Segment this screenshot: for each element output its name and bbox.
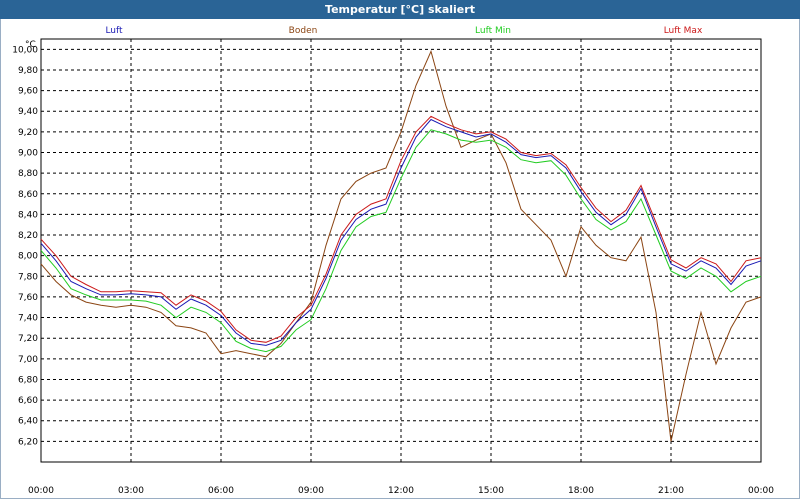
y-tick-label-3: 9,40 [18,107,38,117]
y-tick-label-12: 7,60 [18,293,38,303]
y-tick-label-13: 7,40 [18,314,38,324]
y-tick-label-14: 7,20 [18,334,38,344]
x-tick-time-5: 15:00 [478,486,504,496]
x-tick-time-0: 00:00 [28,486,54,496]
chart-title: Temperatur [°C] skaliert [0,0,800,19]
legend-boden: Boden [289,26,318,36]
y-tick-label-4: 9,20 [18,128,38,138]
x-tick-time-3: 09:00 [298,486,324,496]
chart-frame: 10,00 9,80 9,60 9,40 9,20 9,00 8,80 8,60 8,40 8,2… [0,19,800,499]
y-axis-unit: °C [25,40,36,50]
y-tick-label-18: 6,40 [18,417,38,427]
y-tick-label-9: 8,20 [18,231,38,241]
y-tick-label-16: 6,80 [18,375,38,385]
y-tick-label-2: 9,60 [18,87,38,97]
y-tick-label-10: 8,00 [18,252,38,262]
x-tick-time-7: 21:00 [658,486,684,496]
x-tick-time-1: 03:00 [118,486,144,496]
x-tick-time-4: 12:00 [388,486,414,496]
legend-luft: Luft [105,26,123,36]
y-tick-label-5: 9,00 [18,148,38,158]
y-tick-label-17: 6,60 [18,396,38,406]
y-tick-label-11: 7,80 [18,272,38,282]
y-tick-label-8: 8,40 [18,210,38,220]
x-tick-time-8: 00:00 [748,486,774,496]
legend-luft-max: Luft Max [664,26,703,36]
temperature-chart: 10,009,809,609,409,209,008,808,608,408,2… [12,26,774,496]
x-tick-time-2: 06:00 [208,486,234,496]
y-tick-label-6: 8,80 [18,169,38,179]
y-tick-label-7: 8,60 [18,190,38,200]
x-tick-time-6: 18:00 [568,486,594,496]
y-tick-label-15: 7,00 [18,355,38,365]
legend-luft-min: Luft Min [475,26,511,36]
y-tick-label-1: 9,80 [18,66,38,76]
y-tick-label-19: 6,20 [18,437,38,447]
